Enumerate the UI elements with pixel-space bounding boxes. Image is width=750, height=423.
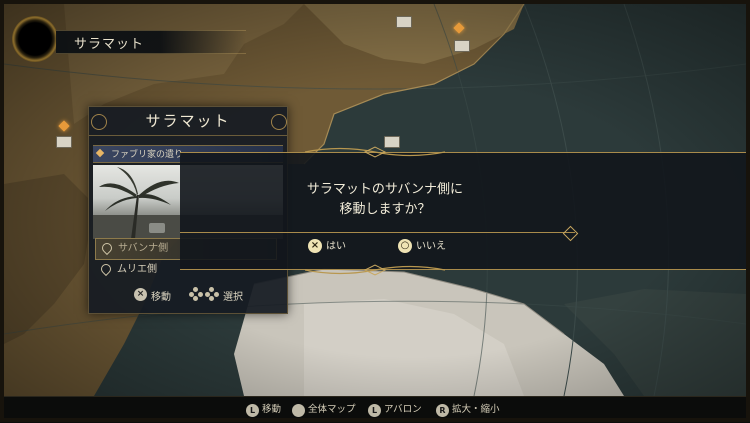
- confirm-yes-label: はい: [326, 241, 346, 252]
- touchpad-icon: [292, 403, 305, 417]
- confirm-no-button[interactable]: ○ いいえ: [398, 238, 468, 256]
- pin-icon: [99, 240, 115, 256]
- location-bar: サラマット: [56, 30, 246, 54]
- dialog-top-border: [180, 152, 750, 153]
- dpad-icon: [189, 287, 203, 301]
- hint-label: 拡大・縮小: [452, 404, 500, 415]
- hint-avalon: L アバロン: [368, 402, 422, 418]
- chest-icon[interactable]: [454, 40, 470, 52]
- select-hint-label: 選択: [223, 292, 243, 303]
- hint-label: 全体マップ: [308, 404, 356, 415]
- hint-world-map: 全体マップ: [292, 402, 356, 418]
- ornament-icon: [305, 146, 445, 158]
- hint-move: L 移動: [246, 402, 281, 418]
- dpad-icon: [205, 287, 219, 301]
- option-label: ムリエ側: [117, 264, 157, 275]
- confirm-yes-button[interactable]: × はい: [308, 238, 368, 256]
- right-stick-icon: R: [436, 403, 449, 417]
- travel-confirm-dialog: サラマットのサバンナ側に 移動しますか？ × はい ○ いいえ: [180, 146, 750, 276]
- panel-title: サラマット: [89, 107, 287, 136]
- ornament-icon: [271, 114, 287, 130]
- ornament-icon: [91, 114, 107, 130]
- location-name: サラマット: [74, 37, 145, 52]
- subtitle-diamond-icon: [95, 148, 105, 158]
- move-hint-label: 移動: [151, 292, 171, 303]
- left-stick-icon: L: [246, 403, 259, 417]
- ornament-icon: [305, 264, 445, 276]
- dialog-message: サラマットのサバンナ側に 移動しますか？: [306, 182, 464, 217]
- panel-footer: × 移動 選択: [89, 285, 287, 307]
- hint-label: 移動: [262, 404, 282, 415]
- dialog-bottom-border: [180, 269, 750, 270]
- left-stick-press-icon: L: [368, 403, 381, 417]
- region-subtitle: ファブリ家の遺り: [111, 150, 184, 160]
- dialog-divider: [180, 232, 575, 233]
- emblem-icon: [12, 16, 58, 62]
- control-hints-bar: L 移動 全体マップ L アバロン R 拡大・縮小: [0, 396, 750, 423]
- location-header: サラマット: [8, 12, 248, 64]
- cross-button-icon: ×: [134, 288, 147, 301]
- hint-label: アバロン: [384, 404, 422, 415]
- hint-zoom: R 拡大・縮小: [436, 402, 500, 418]
- confirm-no-label: いいえ: [416, 241, 446, 252]
- chest-icon[interactable]: [56, 136, 72, 148]
- chest-icon[interactable]: [396, 16, 412, 28]
- cross-button-icon: ×: [308, 239, 322, 253]
- pin-icon: [98, 261, 114, 277]
- circle-button-icon: ○: [398, 239, 412, 253]
- ornament-icon: [562, 225, 579, 242]
- option-label: サバンナ側: [118, 243, 169, 254]
